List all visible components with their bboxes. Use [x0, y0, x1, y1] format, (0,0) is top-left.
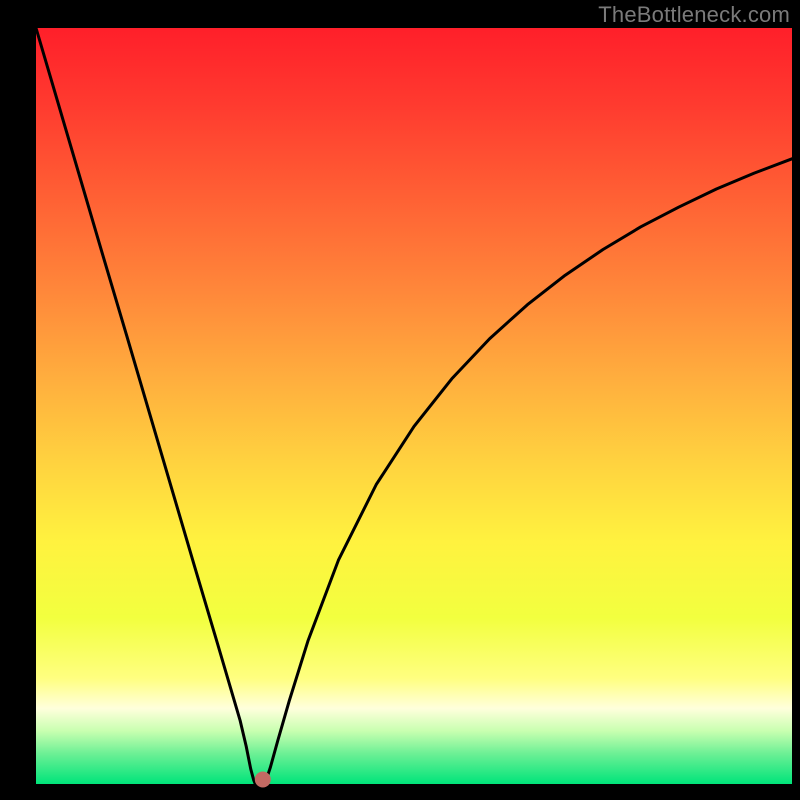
watermark-text: TheBottleneck.com: [598, 2, 790, 28]
optimum-dot: [255, 771, 271, 787]
chart-frame: TheBottleneck.com: [0, 0, 800, 800]
plot-background: [36, 28, 792, 784]
bottleneck-chart: [0, 0, 800, 800]
